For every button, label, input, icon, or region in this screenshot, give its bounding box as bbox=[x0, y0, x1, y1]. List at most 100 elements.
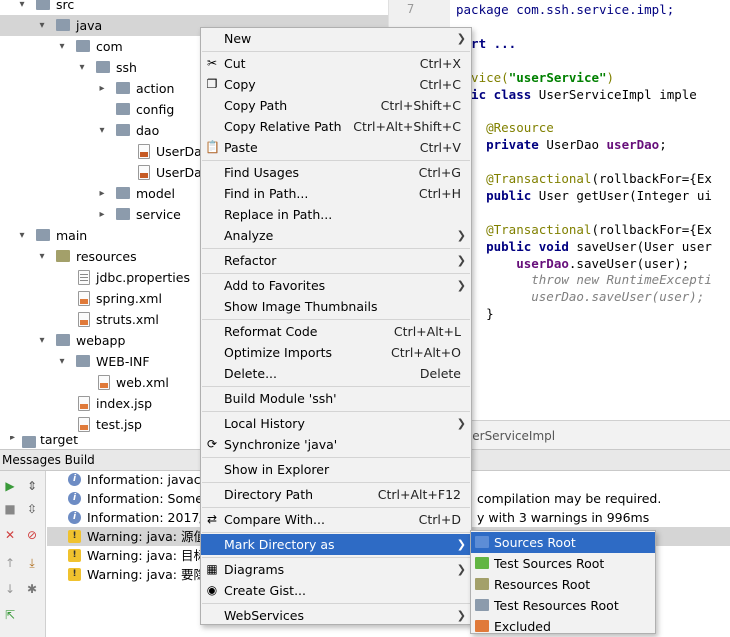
chevron-down-icon[interactable]: ▾ bbox=[16, 225, 28, 246]
tree-item[interactable]: ▾ src bbox=[0, 0, 388, 15]
chevron-right-icon: ❯ bbox=[456, 538, 466, 551]
code-line: throw new RuntimeExcepti bbox=[456, 272, 712, 287]
submenu-item-test-sources-root[interactable]: Test Sources Root bbox=[471, 553, 655, 574]
menu-item-label: Find in Path... bbox=[224, 186, 309, 201]
chevron-right-icon: ❯ bbox=[456, 563, 466, 576]
submenu-item-label: Excluded bbox=[494, 619, 551, 634]
code-line: ervice("userService") bbox=[456, 70, 614, 85]
copy-icon: ❐ bbox=[206, 77, 218, 91]
menu-item-paste[interactable]: 📋 Paste Ctrl+V bbox=[201, 137, 471, 158]
down-arrow-icon[interactable]: ↓ bbox=[2, 581, 18, 597]
chevron-down-icon[interactable]: ▾ bbox=[36, 246, 48, 267]
menu-item-copy-path[interactable]: Copy Path Ctrl+Shift+C bbox=[201, 95, 471, 116]
collapse-all-icon[interactable]: ⇳ bbox=[24, 501, 40, 517]
code-line: userDao.saveUser(user); bbox=[456, 289, 704, 304]
settings-icon[interactable]: ✱ bbox=[24, 581, 40, 597]
chevron-right-icon[interactable]: ▸ bbox=[96, 204, 108, 225]
code-token: @Transactional bbox=[456, 221, 592, 237]
open-icon[interactable]: ⇱ bbox=[2, 607, 18, 623]
menu-item-label: Copy bbox=[224, 77, 256, 92]
menu-item-find-usages[interactable]: Find Usages Ctrl+G bbox=[201, 162, 471, 183]
chevron-right-icon: ❯ bbox=[456, 229, 466, 242]
chevron-down-icon[interactable]: ▾ bbox=[16, 0, 28, 15]
code-line: public User getUser(Integer ui bbox=[456, 188, 712, 203]
expand-all-icon[interactable]: ⇕ bbox=[24, 478, 40, 494]
menu-item-add-to-favorites[interactable]: Add to Favorites ❯ bbox=[201, 275, 471, 296]
editor-breadcrumb-tab[interactable]: serServiceImpl bbox=[450, 420, 730, 452]
menu-item-label: Paste bbox=[224, 140, 258, 155]
export-icon[interactable]: ⤓ bbox=[24, 555, 40, 571]
chevron-right-icon: ❯ bbox=[456, 417, 466, 430]
menu-item-cut[interactable]: ✂ Cut Ctrl+X bbox=[201, 53, 471, 74]
menu-item-diagrams[interactable]: ▦ Diagrams ❯ bbox=[201, 559, 471, 580]
menu-separator bbox=[202, 457, 470, 458]
context-menu: New ❯ ✂ Cut Ctrl+X ❐ Copy Ctrl+C Copy Path Ctrl+S… bbox=[200, 27, 472, 625]
folder-icon bbox=[116, 103, 130, 115]
folder-icon bbox=[116, 124, 130, 136]
submenu-item-test-resources-root[interactable]: Test Resources Root bbox=[471, 595, 655, 616]
menu-item-copy-relative-path[interactable]: Copy Relative Path Ctrl+Alt+Shift+C bbox=[201, 116, 471, 137]
code-editor[interactable]: package com.ssh.service.impl; port ... erv… bbox=[450, 0, 730, 420]
message-text: Warning: java: 要隐 bbox=[87, 567, 206, 582]
code-token: userDao bbox=[456, 255, 569, 271]
menu-item-webservices[interactable]: WebServices ❯ bbox=[201, 605, 471, 626]
editor-tab-label: serServiceImpl bbox=[466, 429, 556, 443]
paste-icon: 📋 bbox=[205, 140, 220, 154]
chevron-down-icon[interactable]: ▾ bbox=[36, 330, 48, 351]
code-token: saveUser(User user bbox=[576, 238, 712, 254]
menu-item-find-in-path[interactable]: Find in Path... Ctrl+H bbox=[201, 183, 471, 204]
submenu-item-excluded[interactable]: Excluded bbox=[471, 616, 655, 637]
menu-separator bbox=[202, 386, 470, 387]
chevron-right-icon[interactable]: ▸ bbox=[96, 78, 108, 99]
close-icon[interactable]: ✕ bbox=[2, 527, 18, 543]
submenu-item-resources-root[interactable]: Resources Root bbox=[471, 574, 655, 595]
code-token: UserServiceImpl imple bbox=[538, 86, 697, 102]
menu-item-replace-in-path[interactable]: Replace in Path... bbox=[201, 204, 471, 225]
info-icon: i bbox=[68, 492, 81, 505]
message-text: Information: 2017/1 bbox=[87, 510, 212, 525]
code-token: throw new RuntimeExcepti bbox=[456, 272, 712, 288]
submenu-item-sources-root[interactable]: Sources Root bbox=[471, 532, 655, 553]
menu-separator bbox=[202, 557, 470, 558]
menu-item-compare-with[interactable]: ⇄ Compare With... Ctrl+D bbox=[201, 509, 471, 530]
menu-item-directory-path[interactable]: Directory Path Ctrl+Alt+F12 bbox=[201, 484, 471, 505]
menu-item-build-module-ssh[interactable]: Build Module 'ssh' bbox=[201, 388, 471, 409]
menu-item-label: Directory Path bbox=[224, 487, 314, 502]
menu-separator bbox=[202, 319, 470, 320]
tree-item-label: com bbox=[96, 39, 123, 54]
menu-item-mark-directory-as[interactable]: Mark Directory as ❯ bbox=[201, 534, 471, 555]
menu-item-shortcut: Ctrl+V bbox=[419, 140, 461, 155]
menu-item-local-history[interactable]: Local History ❯ bbox=[201, 413, 471, 434]
menu-item-refactor[interactable]: Refactor ❯ bbox=[201, 250, 471, 271]
chevron-down-icon[interactable]: ▾ bbox=[76, 57, 88, 78]
chevron-right-icon[interactable]: ▸ bbox=[96, 183, 108, 204]
menu-item-synchronize-java[interactable]: ⟳ Synchronize 'java' bbox=[201, 434, 471, 455]
code-token: @Transactional bbox=[456, 171, 592, 186]
chevron-down-icon[interactable]: ▾ bbox=[56, 36, 68, 57]
menu-item-create-gist[interactable]: ◉ Create Gist... bbox=[201, 580, 471, 601]
up-arrow-icon[interactable]: ↑ bbox=[2, 555, 18, 571]
tree-partial-label[interactable]: target bbox=[40, 436, 78, 447]
error-filter-icon[interactable]: ⊘ bbox=[24, 527, 40, 543]
menu-item-optimize-imports[interactable]: Optimize Imports Ctrl+Alt+O bbox=[201, 342, 471, 363]
run-icon[interactable]: ▶ bbox=[2, 478, 18, 494]
folder-icon bbox=[116, 187, 130, 199]
chevron-down-icon[interactable]: ▾ bbox=[96, 120, 108, 141]
code-token: package com.ssh.service.impl; bbox=[456, 2, 675, 17]
menu-item-delete[interactable]: Delete... Delete bbox=[201, 363, 471, 384]
menu-item-reformat-code[interactable]: Reformat Code Ctrl+Alt+L bbox=[201, 321, 471, 342]
menu-item-show-image-thumbnails[interactable]: Show Image Thumbnails bbox=[201, 296, 471, 317]
xml-file-icon bbox=[98, 375, 110, 390]
jsp-file-icon bbox=[78, 396, 90, 411]
folder-icon bbox=[36, 229, 50, 241]
menu-item-copy[interactable]: ❐ Copy Ctrl+C bbox=[201, 74, 471, 95]
chevron-down-icon[interactable]: ▾ bbox=[36, 15, 48, 36]
menu-item-shortcut: Ctrl+X bbox=[419, 56, 461, 71]
menu-item-label: Replace in Path... bbox=[224, 207, 333, 222]
menu-item-show-in-explorer[interactable]: Show in Explorer bbox=[201, 459, 471, 480]
menu-item-analyze[interactable]: Analyze ❯ bbox=[201, 225, 471, 246]
menu-separator bbox=[202, 273, 470, 274]
chevron-down-icon[interactable]: ▾ bbox=[56, 351, 68, 372]
menu-item-new[interactable]: New ❯ bbox=[201, 28, 471, 49]
stop-icon[interactable]: ■ bbox=[2, 501, 18, 517]
